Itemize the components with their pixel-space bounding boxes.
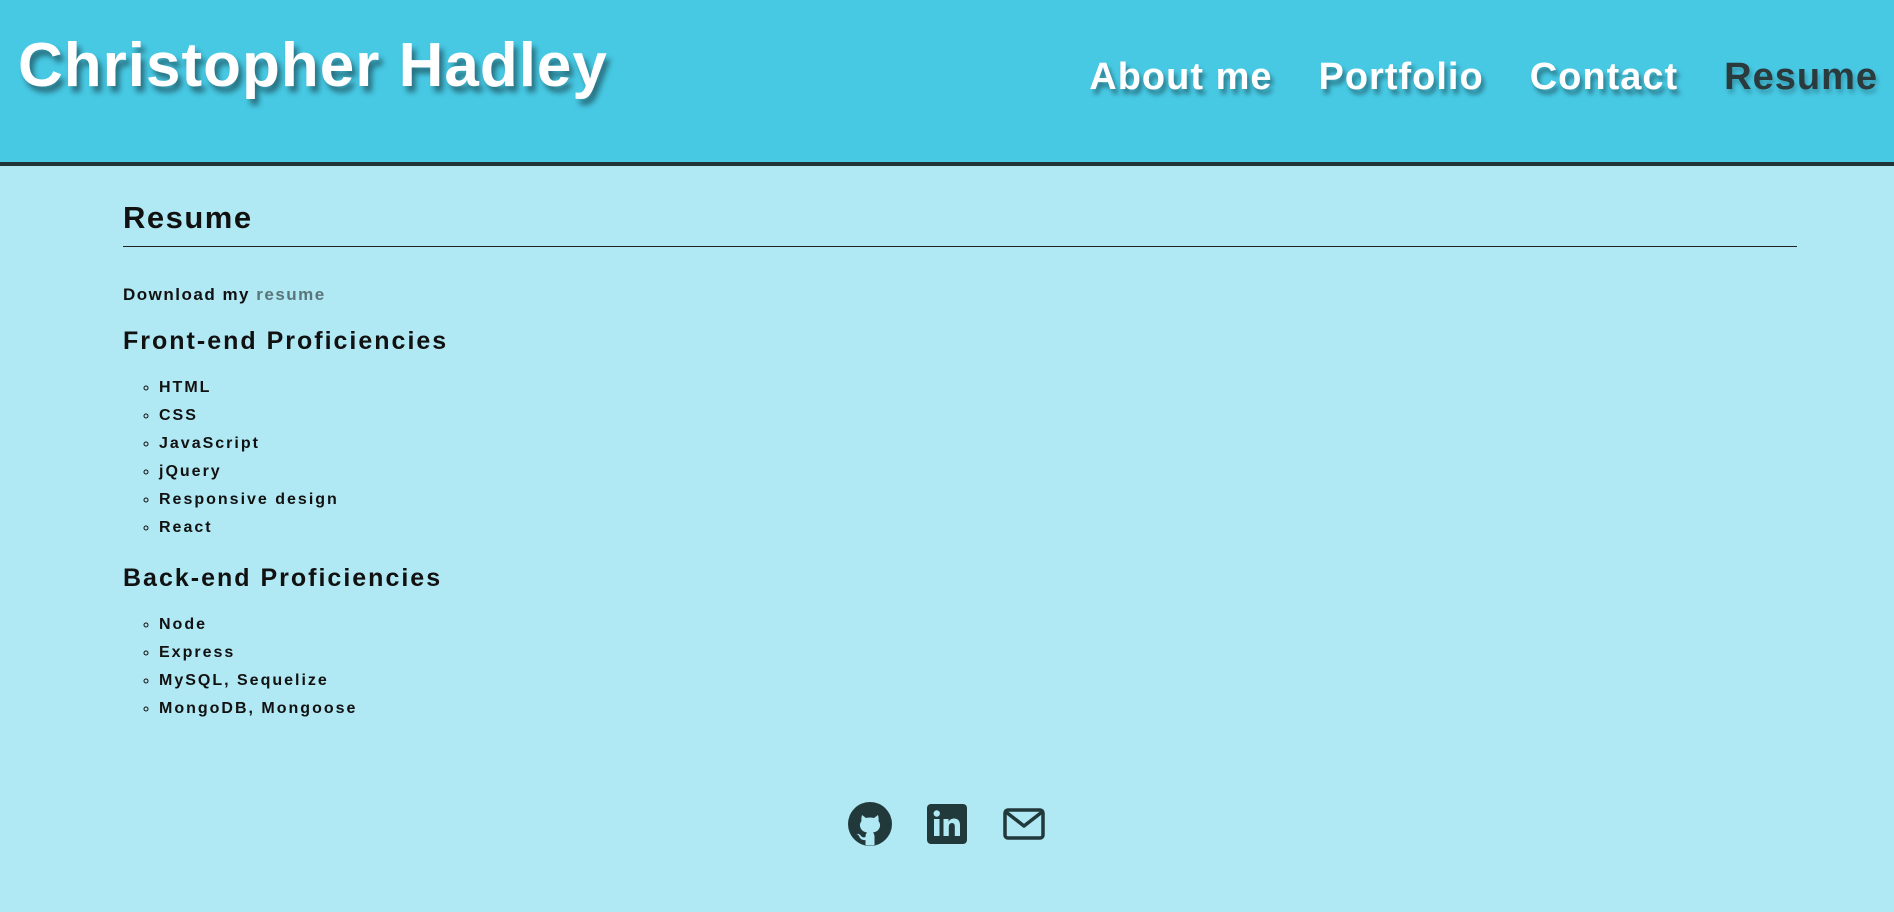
resume-download-link[interactable]: resume xyxy=(256,285,325,304)
list-item: MySQL, Sequelize xyxy=(159,667,1797,695)
github-icon xyxy=(848,802,892,846)
email-link[interactable] xyxy=(1002,802,1046,846)
backend-skill-list: Node Express MySQL, Sequelize MongoDB, M… xyxy=(123,611,1797,723)
list-item: Responsive design xyxy=(159,486,1797,514)
github-link[interactable] xyxy=(848,802,892,846)
list-item: Node xyxy=(159,611,1797,639)
site-title: Christopher Hadley xyxy=(18,31,608,100)
list-item: jQuery xyxy=(159,458,1797,486)
list-item: Express xyxy=(159,639,1797,667)
download-line: Download my resume xyxy=(123,285,1797,305)
backend-heading: Back-end Proficiencies xyxy=(123,564,443,592)
list-item: HTML xyxy=(159,374,1797,402)
envelope-icon xyxy=(1003,808,1045,840)
nav-resume[interactable]: Resume xyxy=(1724,56,1878,99)
main-nav: About me Portfolio Contact Resume xyxy=(1089,56,1878,99)
nav-contact[interactable]: Contact xyxy=(1530,56,1678,99)
resume-section: Resume Download my resume Front-end Prof… xyxy=(123,200,1797,723)
site-header: Christopher Hadley About me Portfolio Co… xyxy=(0,0,1894,166)
social-links xyxy=(0,802,1894,846)
nav-about-me[interactable]: About me xyxy=(1089,56,1272,99)
linkedin-link[interactable] xyxy=(925,802,969,846)
page-title: Resume xyxy=(123,200,1797,247)
frontend-heading: Front-end Proficiencies xyxy=(123,327,449,355)
list-item: React xyxy=(159,514,1797,542)
linkedin-icon xyxy=(927,804,967,844)
download-prefix: Download my xyxy=(123,285,251,304)
list-item: JavaScript xyxy=(159,430,1797,458)
list-item: MongoDB, Mongoose xyxy=(159,695,1797,723)
nav-portfolio[interactable]: Portfolio xyxy=(1319,56,1484,99)
list-item: CSS xyxy=(159,402,1797,430)
frontend-skill-list: HTML CSS JavaScript jQuery Responsive de… xyxy=(123,374,1797,542)
